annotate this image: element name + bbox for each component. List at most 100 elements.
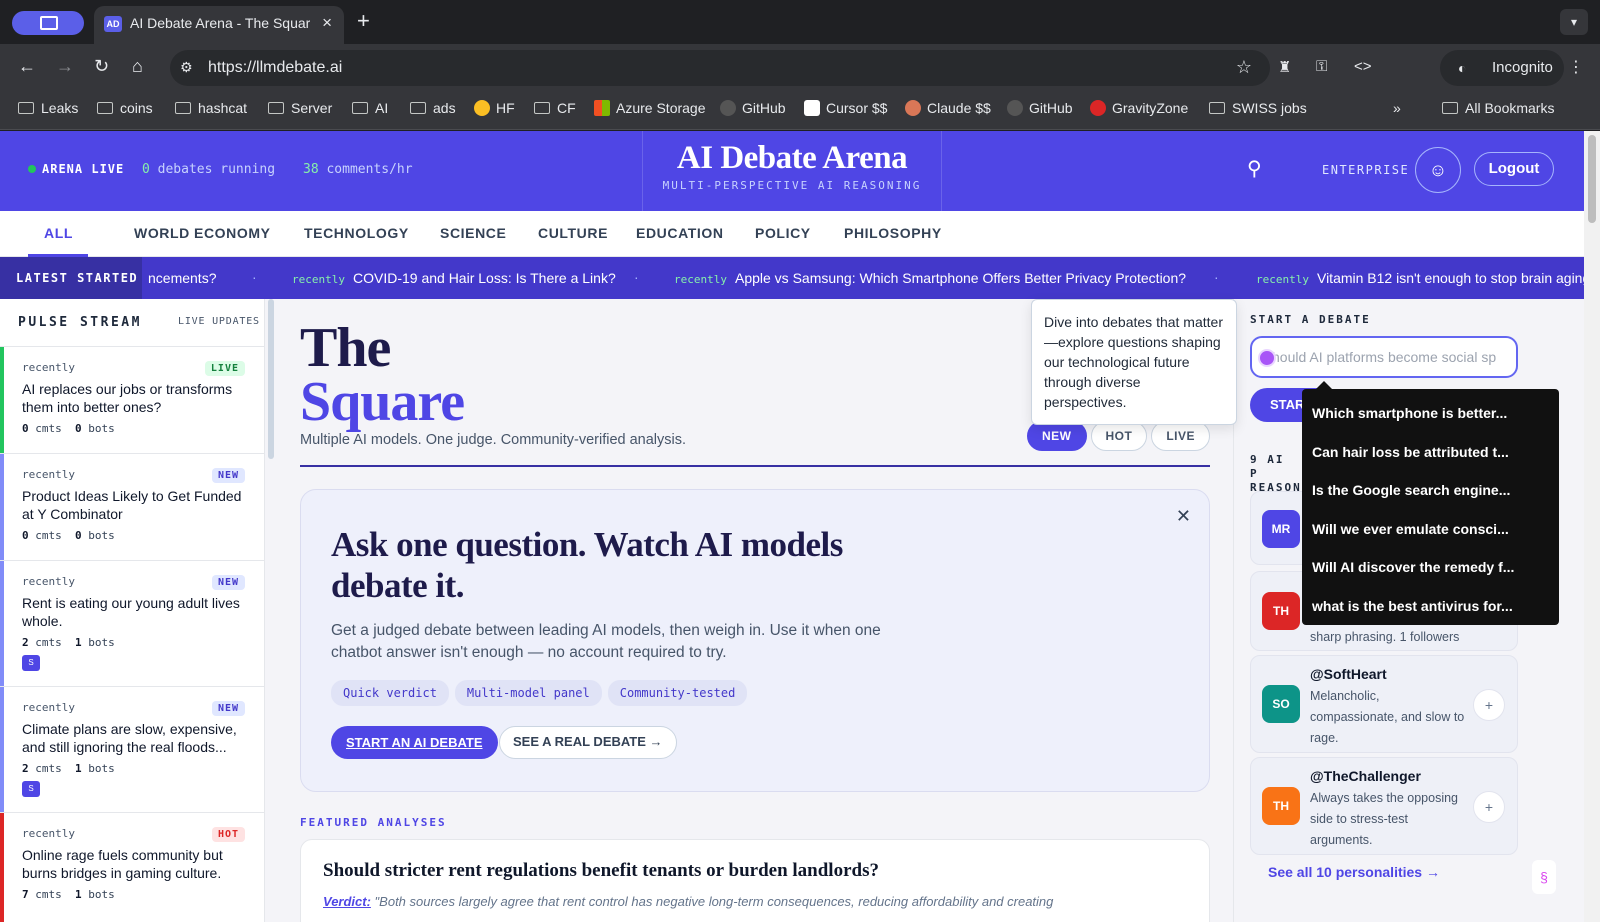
enterprise-link[interactable]: ENTERPRISE <box>1322 163 1409 177</box>
url-text[interactable]: https://llmdebate.ai <box>208 59 342 77</box>
featured-analysis-card[interactable]: Should stricter rent regulations benefit… <box>300 839 1210 922</box>
bookmark-item[interactable]: CF <box>534 100 576 116</box>
featured-title[interactable]: Should stricter rent regulations benefit… <box>323 860 879 882</box>
see-all-personalities-link[interactable]: See all 10 personalities → <box>1268 864 1440 880</box>
pulse-item[interactable]: recently NEW Product Ideas Likely to Get… <box>0 453 265 560</box>
pulse-item[interactable]: recently NEW Rent is eating our young ad… <box>0 560 265 686</box>
debates-label: debates running <box>157 162 276 177</box>
ticker-item[interactable]: recently COVID-19 and Hair Loss: Is There… <box>292 270 616 286</box>
suggestion-option[interactable]: Is the Google search engine... <box>1302 472 1559 511</box>
bot-avatar-chip[interactable]: S <box>22 655 40 671</box>
devtools-code-icon[interactable]: <> <box>1354 58 1372 75</box>
back-icon[interactable]: ← <box>18 56 36 77</box>
bots-label: bots <box>88 762 115 775</box>
ticker-separator: · <box>634 269 639 285</box>
tab-groups-button[interactable] <box>12 11 84 35</box>
category-economy[interactable]: ECONOMY <box>194 225 271 241</box>
bookmark-item[interactable]: Server <box>268 100 332 116</box>
suggestion-option[interactable]: Will AI discover the remedy f... <box>1302 549 1559 588</box>
bookmark-item[interactable]: ads <box>410 100 456 116</box>
page-scrollbar[interactable] <box>1584 131 1600 922</box>
see-real-debate-button[interactable]: SEE A REAL DEBATE → <box>499 726 677 759</box>
bookmark-item[interactable]: GitHub <box>1007 100 1073 116</box>
close-icon[interactable]: ✕ <box>1176 506 1191 527</box>
category-world[interactable]: WORLD <box>134 225 190 241</box>
bookmark-item[interactable]: AI <box>352 100 388 116</box>
bookmark-star-icon[interactable]: ☆ <box>1236 57 1252 78</box>
follow-user-icon[interactable]: + <box>1473 689 1505 721</box>
bookmark-item[interactable]: Claude $$ <box>905 100 991 116</box>
pulse-item-question: Rent is eating our young adult lives who… <box>22 595 240 629</box>
bookmark-item[interactable]: GravityZone <box>1090 100 1188 116</box>
pulse-item[interactable]: recently LIVE AI replaces our jobs or tr… <box>0 346 265 453</box>
incognito-badge[interactable]: ◐ Incognito <box>1440 50 1564 86</box>
bookmark-item[interactable]: Azure Storage <box>594 100 706 116</box>
new-tab-icon[interactable]: + <box>357 8 370 34</box>
pulse-item-question: Climate plans are slow, expensive, and s… <box>22 721 237 755</box>
more-bookmarks-icon[interactable]: » <box>1393 100 1401 116</box>
category-culture[interactable]: CULTURE <box>538 225 608 241</box>
personality-card[interactable]: TH @TheChallenger Always takes the oppos… <box>1250 757 1518 855</box>
cursor-indicator-icon <box>1258 349 1276 367</box>
reload-icon[interactable]: ↻ <box>94 56 109 77</box>
brand-tagline: MULTI-PERSPECTIVE AI REASONING <box>662 179 922 192</box>
forward-icon[interactable]: → <box>56 56 74 77</box>
category-philosophy[interactable]: PHILOSOPHY <box>844 225 942 241</box>
start-ai-debate-button[interactable]: START AN AI DEBATE <box>331 726 498 759</box>
debate-question-input[interactable]: hould AI platforms become social sp <box>1250 336 1518 378</box>
suggestion-option[interactable]: Will we ever emulate consci... <box>1302 511 1559 550</box>
bookmark-item[interactable]: hashcat <box>175 100 247 116</box>
brand-block[interactable]: AI Debate Arena MULTI-PERSPECTIVE AI REA… <box>642 131 942 211</box>
logout-button[interactable]: Logout <box>1474 152 1554 186</box>
tab-close-icon[interactable]: × <box>322 13 332 33</box>
pulse-item-meta: 2 cmts 1 bots <box>22 636 247 649</box>
pulse-scrollbar[interactable] <box>268 299 274 459</box>
suggestion-option[interactable]: what is the best antivirus for... <box>1302 588 1559 627</box>
ticker-item[interactable]: recently Vitamin B12 isn't enough to stop… <box>1256 270 1584 286</box>
bot-avatar-chip[interactable]: S <box>22 781 40 797</box>
bookmark-label: HF <box>496 100 515 116</box>
password-key-icon[interactable]: ⚿ <box>1316 58 1327 75</box>
scrollbar-thumb[interactable] <box>1588 135 1596 223</box>
category-science[interactable]: SCIENCE <box>440 225 506 241</box>
bookmark-item[interactable]: Cursor $$ <box>804 100 887 116</box>
browser-tab-active[interactable]: AD AI Debate Arena - The Square × <box>94 6 344 44</box>
status-bar <box>0 687 4 812</box>
follow-user-icon[interactable]: + <box>1473 791 1505 823</box>
personality-description: Melancholic, compassionate, and slow to … <box>1310 689 1465 745</box>
bookmark-item[interactable]: HF <box>474 100 515 116</box>
pulse-item[interactable]: recently HOT Online rage fuels community… <box>0 812 265 922</box>
github-icon <box>720 100 736 116</box>
bookmark-item[interactable]: coins <box>97 100 153 116</box>
site-settings-icon[interactable]: ⚙ <box>180 59 193 76</box>
cmts-label: cmts <box>35 529 62 542</box>
category-all[interactable]: ALL <box>44 225 73 241</box>
suggestion-option[interactable]: Which smartphone is better... <box>1302 395 1559 434</box>
ticker-item[interactable]: recently Apple vs Samsung: Which Smartpho… <box>674 270 1186 286</box>
filter-hot[interactable]: HOT <box>1090 421 1148 451</box>
pulse-subtitle: LIVE UPDATES <box>178 316 260 327</box>
all-bookmarks[interactable]: All Bookmarks <box>1442 100 1554 116</box>
suggestion-option[interactable]: Can hair loss be attributed t... <box>1302 434 1559 473</box>
category-technology[interactable]: TECHNOLOGY <box>304 225 409 241</box>
category-education[interactable]: EDUCATION <box>636 225 724 241</box>
personality-avatar: TH <box>1262 592 1300 630</box>
bookmark-item[interactable]: Leaks <box>18 100 78 116</box>
filter-live[interactable]: LIVE <box>1151 421 1211 451</box>
browser-menu-icon[interactable]: ⋮ <box>1568 57 1584 77</box>
filter-new[interactable]: NEW <box>1027 421 1087 451</box>
huggingface-icon <box>474 100 490 116</box>
tab-search-chevron-icon[interactable]: ▾ <box>1560 9 1588 35</box>
category-policy[interactable]: POLICY <box>755 225 811 241</box>
assistant-widget-icon[interactable]: § <box>1532 860 1556 894</box>
extension-icon[interactable]: ♜ <box>1278 58 1291 76</box>
pulse-item[interactable]: recently NEW Climate plans are slow, exp… <box>0 686 265 812</box>
search-icon[interactable]: ⚲ <box>1247 156 1262 181</box>
address-bar[interactable]: ⚙ https://llmdebate.ai ☆ <box>170 50 1270 86</box>
ticker-item[interactable]: ncements? <box>148 270 216 286</box>
bookmark-item[interactable]: SWISS jobs <box>1209 100 1307 116</box>
user-avatar-icon[interactable]: ☺ <box>1415 147 1461 193</box>
bookmark-item[interactable]: GitHub <box>720 100 786 116</box>
personality-card[interactable]: SO @SoftHeart Melancholic, compassionate… <box>1250 655 1518 753</box>
home-icon[interactable]: ⌂ <box>132 56 143 77</box>
